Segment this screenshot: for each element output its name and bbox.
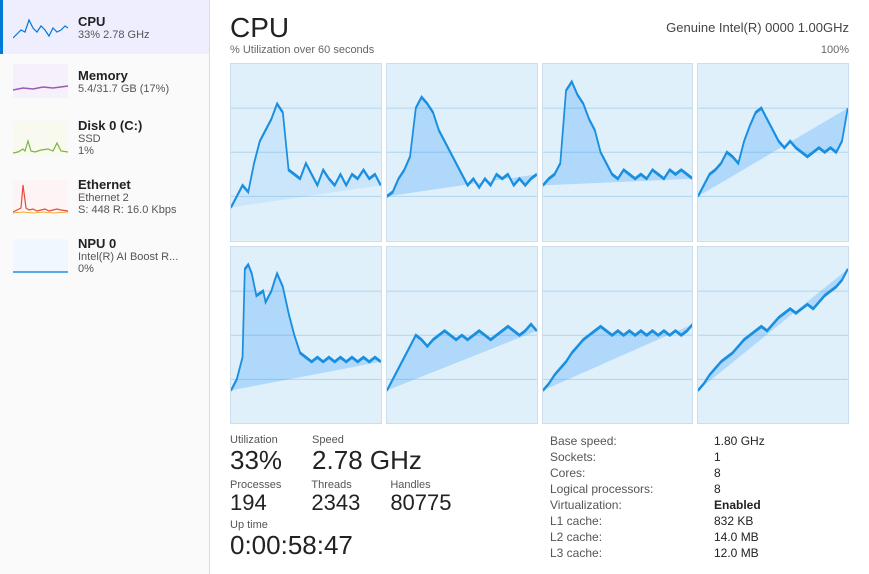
stats-left: Utilization 33% Speed 2.78 GHz Processes… <box>230 434 550 560</box>
cpu-graph-3 <box>542 63 694 242</box>
l1-cache-label: L1 cache: <box>550 514 710 528</box>
graphs-row-bottom <box>230 246 849 425</box>
threads-label: Threads <box>311 479 360 491</box>
handles-label: Handles <box>390 479 451 491</box>
sidebar-item-npu[interactable]: NPU 0 Intel(R) AI Boost R... 0% <box>0 226 209 285</box>
ethernet-sparkline <box>13 180 68 214</box>
l3-cache-value: 12.0 MB <box>714 546 849 560</box>
speed-value: 2.78 GHz <box>312 446 422 475</box>
sidebar-item-memory[interactable]: Memory 5.4/31.7 GB (17%) <box>0 54 209 108</box>
stat-speed: Speed 2.78 GHz <box>312 434 422 475</box>
logical-processors-value: 8 <box>714 482 849 496</box>
stats-area: Utilization 33% Speed 2.78 GHz Processes… <box>230 434 849 560</box>
disk-sidebar-title: Disk 0 (C:) <box>78 118 142 133</box>
handles-value: 80775 <box>390 491 451 515</box>
disk-sidebar-info: Disk 0 (C:) SSD 1% <box>78 118 142 157</box>
stat-utilization: Utilization 33% <box>230 434 282 475</box>
processes-value: 194 <box>230 491 281 515</box>
base-speed-label: Base speed: <box>550 434 710 448</box>
npu-sidebar-info: NPU 0 Intel(R) AI Boost R... 0% <box>78 236 178 275</box>
sidebar-item-disk[interactable]: Disk 0 (C:) SSD 1% <box>0 108 209 167</box>
l3-cache-label: L3 cache: <box>550 546 710 560</box>
uptime-value: 0:00:58:47 <box>230 531 550 560</box>
disk-sidebar-sub2: 1% <box>78 145 142 157</box>
uptime-section: Up time 0:00:58:47 <box>230 519 550 560</box>
ethernet-sidebar-title: Ethernet <box>78 177 176 192</box>
memory-sidebar-title: Memory <box>78 68 169 83</box>
npu-sidebar-title: NPU 0 <box>78 236 178 251</box>
cpu-graph-4 <box>697 63 849 242</box>
page-title: CPU <box>230 14 289 42</box>
disk-sidebar-sub1: SSD <box>78 133 142 145</box>
main-header: CPU Genuine Intel(R) 0000 1.00GHz <box>230 14 849 42</box>
virtualization-label: Virtualization: <box>550 498 710 512</box>
cores-value: 8 <box>714 466 849 480</box>
stat-handles: Handles 80775 <box>390 479 451 515</box>
l2-cache-label: L2 cache: <box>550 530 710 544</box>
cpu-sidebar-info: CPU 33% 2.78 GHz <box>78 14 150 41</box>
sockets-label: Sockets: <box>550 450 710 464</box>
npu-sidebar-sub2: 0% <box>78 263 178 275</box>
cpu-sparkline <box>13 10 68 44</box>
cpu-graph-6 <box>386 246 538 425</box>
ethernet-sidebar-info: Ethernet Ethernet 2 S: 448 R: 16.0 Kbps <box>78 177 176 216</box>
cpu-model: Genuine Intel(R) 0000 1.00GHz <box>666 20 849 35</box>
stat-row-processes-threads-handles: Processes 194 Threads 2343 Handles 80775 <box>230 479 550 515</box>
chart-max-label: 100% <box>821 44 849 60</box>
npu-sparkline <box>13 239 68 273</box>
disk-sparkline <box>13 121 68 155</box>
l1-cache-value: 832 KB <box>714 514 849 528</box>
cpu-graph-5 <box>230 246 382 425</box>
logical-processors-label: Logical processors: <box>550 482 710 496</box>
ethernet-sidebar-sub1: Ethernet 2 <box>78 192 176 204</box>
memory-sidebar-info: Memory 5.4/31.7 GB (17%) <box>78 68 169 95</box>
memory-sidebar-sub: 5.4/31.7 GB (17%) <box>78 83 169 95</box>
stat-processes: Processes 194 <box>230 479 281 515</box>
processes-label: Processes <box>230 479 281 491</box>
sidebar-item-ethernet[interactable]: Ethernet Ethernet 2 S: 448 R: 16.0 Kbps <box>0 167 209 226</box>
stat-threads: Threads 2343 <box>311 479 360 515</box>
stat-row-utilization-speed: Utilization 33% Speed 2.78 GHz <box>230 434 550 475</box>
virtualization-value: Enabled <box>714 498 849 512</box>
sockets-value: 1 <box>714 450 849 464</box>
utilization-value: 33% <box>230 446 282 475</box>
memory-sparkline <box>13 64 68 98</box>
cores-label: Cores: <box>550 466 710 480</box>
threads-value: 2343 <box>311 491 360 515</box>
specs-grid: Base speed: 1.80 GHz Sockets: 1 Cores: 8… <box>550 434 849 560</box>
cpu-graph-7 <box>542 246 694 425</box>
base-speed-value: 1.80 GHz <box>714 434 849 448</box>
cpu-sidebar-sub: 33% 2.78 GHz <box>78 29 150 41</box>
l2-cache-value: 14.0 MB <box>714 530 849 544</box>
chart-label: % Utilization over 60 seconds <box>230 44 374 56</box>
main-content: CPU Genuine Intel(R) 0000 1.00GHz % Util… <box>210 0 869 574</box>
sidebar: CPU 33% 2.78 GHz Memory 5.4/31.7 GB (17%… <box>0 0 210 574</box>
cpu-graph-1 <box>230 63 382 242</box>
cpu-graph-2 <box>386 63 538 242</box>
sidebar-item-cpu[interactable]: CPU 33% 2.78 GHz <box>0 0 209 54</box>
ethernet-sidebar-sub2: S: 448 R: 16.0 Kbps <box>78 204 176 216</box>
cpu-graph-8 <box>697 246 849 425</box>
cpu-graphs-area <box>230 63 849 424</box>
cpu-sidebar-title: CPU <box>78 14 150 29</box>
graphs-row-top <box>230 63 849 242</box>
uptime-label: Up time <box>230 519 550 531</box>
npu-sidebar-sub1: Intel(R) AI Boost R... <box>78 251 178 263</box>
